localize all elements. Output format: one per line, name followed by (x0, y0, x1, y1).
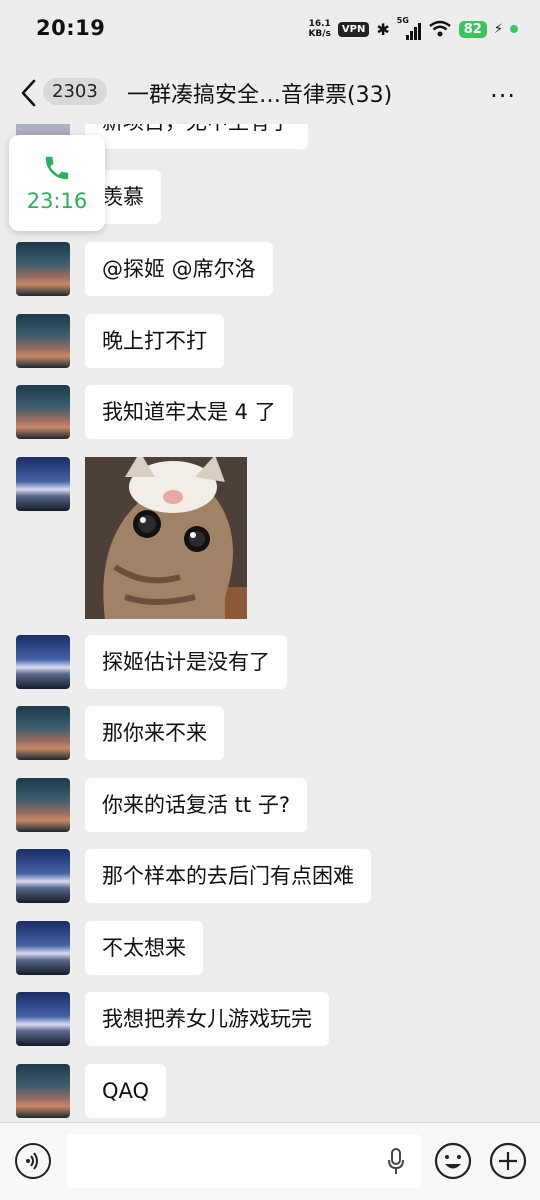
message-input[interactable] (66, 1134, 421, 1188)
signal-icon: 5G (397, 16, 421, 40)
message-bubble[interactable]: 你来的话复活 tt 子? (85, 778, 307, 832)
input-bar (0, 1122, 540, 1200)
avatar[interactable] (16, 385, 70, 439)
status-time: 20:19 (36, 16, 106, 40)
message-bubble[interactable]: 晚上打不打 (85, 314, 224, 368)
privacy-indicator-icon (510, 25, 518, 33)
microphone-icon[interactable] (387, 1148, 405, 1176)
avatar[interactable] (16, 849, 70, 903)
message-bubble[interactable]: QAQ (85, 1064, 167, 1118)
more-icon[interactable]: ··· (490, 82, 516, 110)
bluetooth-icon: ✱ (376, 19, 390, 39)
wifi-icon (428, 20, 451, 37)
status-icons: 16.1 KB/s VPN ✱ 5G 82 ⚡ (308, 16, 518, 42)
network-speed: 16.1 KB/s (308, 19, 330, 39)
avatar[interactable] (16, 992, 70, 1046)
message-bubble[interactable]: 那你来不来 (85, 706, 224, 760)
message-bubble[interactable]: 不太想来 (85, 921, 203, 975)
vpn-icon: VPN (337, 21, 370, 37)
message-bubble[interactable]: 我想把养女儿游戏玩完 (85, 992, 329, 1046)
voice-button[interactable] (15, 1143, 51, 1179)
avatar[interactable] (16, 706, 70, 760)
charging-icon: ⚡ (493, 21, 503, 37)
emoji-icon[interactable] (434, 1142, 472, 1180)
unread-count-badge[interactable]: 2303 (43, 78, 107, 105)
avatar[interactable] (16, 921, 70, 975)
battery-level: 82 (458, 20, 487, 38)
phone-icon (45, 156, 69, 180)
message-bubble[interactable]: 新项目，无中生有了 (85, 124, 308, 149)
voice-icon (26, 1152, 38, 1170)
back-chevron-icon[interactable] (18, 78, 40, 108)
avatar[interactable] (16, 242, 70, 296)
message-list[interactable]: 新项目，无中生有了 羡慕 @探姬 @席尔洛 晚上打不打 我知道牢太是 4 了 (0, 124, 540, 1122)
network-speed-unit: KB/s (308, 29, 331, 39)
status-bar: 20:19 16.1 KB/s VPN ✱ 5G 82 ⚡ (0, 0, 540, 58)
avatar[interactable] (16, 457, 70, 511)
chat-header: 2303 一群凑搞安全…音律票(33) ··· (0, 62, 540, 124)
avatar[interactable] (16, 778, 70, 832)
message-bubble[interactable]: 那个样本的去后门有点困难 (85, 849, 371, 903)
message-bubble[interactable]: 我知道牢太是 4 了 (85, 385, 293, 439)
avatar[interactable] (16, 635, 70, 689)
plus-icon[interactable] (489, 1142, 527, 1180)
chat-title: 一群凑搞安全…音律票(33) (127, 83, 393, 108)
call-float-window[interactable]: 23:16 (9, 135, 105, 231)
call-duration: 23:16 (26, 189, 88, 213)
network-speed-value: 16.1 (308, 19, 331, 29)
avatar[interactable] (16, 1064, 70, 1118)
message-bubble[interactable]: @探姬 @席尔洛 (85, 242, 273, 296)
cat-sticker-image (85, 457, 247, 619)
message-bubble[interactable]: 探姬估计是没有了 (85, 635, 287, 689)
cat-image-message[interactable] (85, 457, 247, 619)
avatar[interactable] (16, 314, 70, 368)
